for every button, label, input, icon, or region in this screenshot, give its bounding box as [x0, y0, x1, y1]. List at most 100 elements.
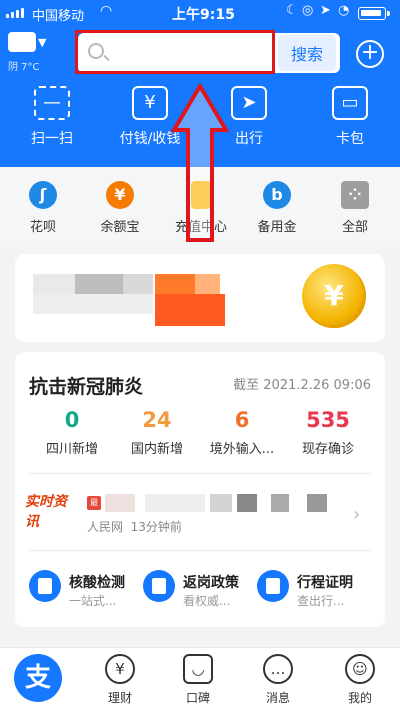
quick-action-cards[interactable]: ▭ 卡包 — [310, 86, 390, 148]
return-policy-icon — [143, 570, 175, 602]
blurred-text — [123, 274, 153, 294]
quick-action-label: 卡包 — [336, 131, 364, 147]
stat-domestic[interactable]: 24 国内新增 — [112, 408, 202, 457]
blurred-text — [155, 274, 195, 294]
tab-label: 我的 — [347, 691, 372, 705]
yuebao-icon: ¥ — [106, 181, 134, 209]
tab-label: 消息 — [265, 691, 290, 705]
stat-value: 535 — [306, 408, 350, 432]
service-nucleic-test[interactable]: 核酸检测 一站式... — [29, 570, 143, 610]
divider — [29, 550, 371, 551]
chevron-right-icon: › — [353, 504, 361, 525]
service-return-policy[interactable]: 返岗政策 看权威... — [143, 570, 257, 610]
nucleic-test-icon — [29, 570, 61, 602]
quick-action-label: 出行 — [235, 131, 263, 147]
service-title: 返岗政策 — [183, 575, 239, 591]
stat-value: 0 — [64, 408, 80, 432]
blurred-headline — [105, 494, 135, 512]
stat-label: 国内新增 — [130, 442, 183, 457]
quick-action-travel[interactable]: ➤ 出行 — [209, 86, 289, 148]
news-age: 13分钟前 — [130, 520, 182, 534]
moon-icon: ☾ — [286, 3, 298, 18]
grid-item-reserve[interactable]: b 备用金 — [244, 181, 310, 235]
stat-label: 现存确诊 — [301, 442, 354, 457]
service-subtitle: 一站式... — [69, 594, 117, 608]
grid-item-huabei[interactable]: ʃ 花呗 — [10, 181, 76, 235]
tab-label: 口碑 — [185, 691, 210, 705]
grid-item-label: 全部 — [341, 220, 368, 235]
grid-item-label: 充值中心 — [174, 220, 227, 235]
blurred-headline — [210, 494, 232, 512]
huabei-icon: ʃ — [29, 181, 57, 209]
stat-value: 6 — [234, 408, 250, 432]
weather-widget[interactable]: ▼ 阴 7°C — [8, 32, 46, 73]
blurred-text — [33, 294, 153, 314]
grid-item-label: 花呗 — [29, 220, 56, 235]
chevron-down-icon: ▼ — [38, 36, 47, 49]
grid-item-yuebao[interactable]: ¥ 余额宝 — [87, 181, 153, 235]
stat-imported[interactable]: 6 境外输入... — [197, 408, 287, 457]
carrier-name: 中国移动 — [32, 9, 85, 24]
bottom-tab-bar: 支 ¥ 理财 ◡ 口碑 … 消息 ☺ 我的 — [0, 647, 400, 710]
divider — [29, 473, 371, 474]
clock: 上午9:15 — [172, 7, 235, 23]
card-wallet-icon: ▭ — [332, 86, 368, 120]
status-bar: 中国移动 ◠ 上午9:15 ☾ ◎ ➤ ◔ — [0, 0, 400, 26]
news-source: 人民网 — [87, 520, 124, 534]
quick-action-scan[interactable]: — 扫一扫 — [12, 86, 92, 148]
quick-action-label: 付钱/收钱 — [119, 131, 181, 147]
grid-item-label: 余额宝 — [100, 220, 140, 235]
blurred-headline — [145, 494, 205, 512]
grid-item-label: 备用金 — [257, 220, 297, 235]
battery-icon — [358, 7, 390, 20]
news-item[interactable]: 实时资讯 最 人民网 13分钟前 › — [15, 480, 385, 550]
stat-existing[interactable]: 535 现存确诊 — [283, 408, 373, 457]
grid-item-all[interactable]: ⁘ 全部 — [322, 181, 388, 235]
stat-sichuan[interactable]: 0 四川新增 — [27, 408, 117, 457]
wifi-icon: ◠ — [100, 3, 113, 19]
all-apps-icon: ⁘ — [341, 181, 369, 209]
tab-profile[interactable]: ☺ 我的 — [330, 654, 390, 706]
covid-card: 抗击新冠肺炎 截至 2021.2.26 09:06 0 四川新增 24 国内新增… — [15, 352, 385, 627]
tab-messages[interactable]: … 消息 — [248, 654, 308, 706]
service-title: 核酸检测 — [69, 575, 125, 591]
travel-icon: ➤ — [231, 86, 267, 120]
weather-text: 阴 7°C — [8, 62, 40, 73]
scan-icon: — — [34, 86, 70, 120]
quick-action-pay[interactable]: ¥ 付钱/收钱 — [110, 86, 190, 148]
search-input[interactable] — [114, 41, 264, 65]
tab-wealth[interactable]: ¥ 理财 — [90, 654, 150, 706]
stat-value: 24 — [142, 408, 172, 432]
service-grid: ʃ 花呗 ¥ 余额宝 充值中心 b 备用金 ⁘ 全部 — [0, 167, 400, 247]
quick-action-label: 扫一扫 — [31, 131, 73, 147]
add-icon[interactable]: + — [356, 40, 384, 68]
blurred-headline — [237, 494, 257, 512]
blurred-text — [75, 274, 123, 294]
stat-label: 境外输入... — [209, 442, 275, 457]
service-title: 行程证明 — [297, 575, 353, 591]
lock-rotation-icon: ◎ — [302, 3, 314, 18]
search-button[interactable]: 搜索 — [278, 35, 336, 71]
update-time: 截至 2021.2.26 09:06 — [233, 378, 371, 393]
profile-icon: ☺ — [345, 654, 375, 684]
location-icon: ➤ — [320, 3, 331, 18]
alipay-home-icon[interactable]: 支 — [14, 654, 62, 702]
blurred-headline — [271, 494, 289, 512]
service-travel-proof[interactable]: 行程证明 查出行... — [257, 570, 371, 610]
tab-label: 理财 — [107, 691, 132, 705]
tab-koubei[interactable]: ◡ 口碑 — [168, 654, 228, 706]
blurred-text — [33, 274, 75, 294]
payment-icon: ¥ — [132, 86, 168, 120]
blurred-text — [155, 294, 225, 326]
alarm-icon: ◔ — [338, 3, 350, 18]
signal-icon — [6, 8, 24, 18]
news-logo: 实时资讯 — [25, 494, 67, 530]
cloud-icon — [8, 32, 36, 52]
reserve-fund-icon: b — [263, 181, 291, 209]
news-badge-icon: 最 — [87, 496, 101, 510]
promo-banner[interactable]: ¥ — [15, 254, 385, 342]
grid-item-recharge[interactable]: 充值中心 — [167, 181, 235, 235]
koubei-icon: ◡ — [183, 654, 213, 684]
service-subtitle: 看权威... — [183, 594, 231, 608]
message-icon: … — [263, 654, 293, 684]
